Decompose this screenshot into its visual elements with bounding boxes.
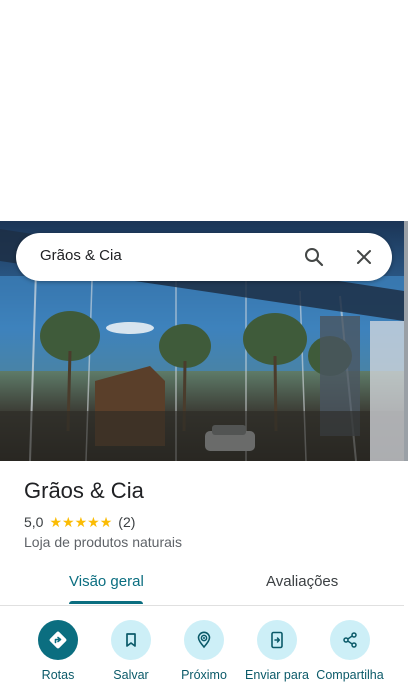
send-to-phone-label: Enviar para (245, 668, 309, 682)
close-icon[interactable] (352, 245, 376, 269)
share-button[interactable]: Compartilha (310, 620, 390, 682)
star-icon: ★ (49, 514, 63, 530)
bookmark-icon (111, 620, 151, 660)
nearby-button[interactable]: Próximo (164, 620, 244, 682)
star-rating: ★ ★ ★ ★ ★ (49, 515, 112, 529)
tab-bar: Visão geral Avaliações (0, 564, 404, 606)
search-bar[interactable]: Grãos & Cia (16, 233, 392, 281)
rating-row[interactable]: 5,0 ★ ★ ★ ★ ★ (2) (24, 513, 135, 531)
tab-reviews[interactable]: Avaliações (266, 573, 338, 590)
directions-label: Rotas (41, 668, 75, 682)
star-icon: ★ (99, 514, 113, 530)
tab-overview[interactable]: Visão geral (69, 573, 144, 590)
share-label: Compartilha (316, 668, 384, 682)
star-icon: ★ (87, 514, 100, 530)
map-blank-area (0, 0, 408, 221)
place-category: Loja de produtos naturais (24, 534, 182, 550)
active-tab-indicator (69, 601, 143, 604)
save-label: Salvar (113, 668, 149, 682)
send-to-phone-button[interactable]: Enviar para (237, 620, 317, 682)
share-icon (330, 620, 370, 660)
directions-icon (38, 620, 78, 660)
directions-button[interactable]: Rotas (18, 620, 98, 682)
nearby-label: Próximo (181, 668, 227, 682)
review-count[interactable]: (2) (118, 514, 135, 530)
star-icon: ★ (62, 514, 75, 530)
photo-scrollbar[interactable] (404, 221, 408, 461)
save-button[interactable]: Salvar (91, 620, 171, 682)
send-to-phone-icon (257, 620, 297, 660)
rating-value: 5,0 (24, 514, 44, 530)
place-title: Grãos & Cia (24, 478, 144, 503)
search-icon[interactable] (302, 245, 326, 269)
search-input[interactable]: Grãos & Cia (40, 247, 122, 264)
star-icon: ★ (74, 514, 88, 530)
nearby-icon (184, 620, 224, 660)
